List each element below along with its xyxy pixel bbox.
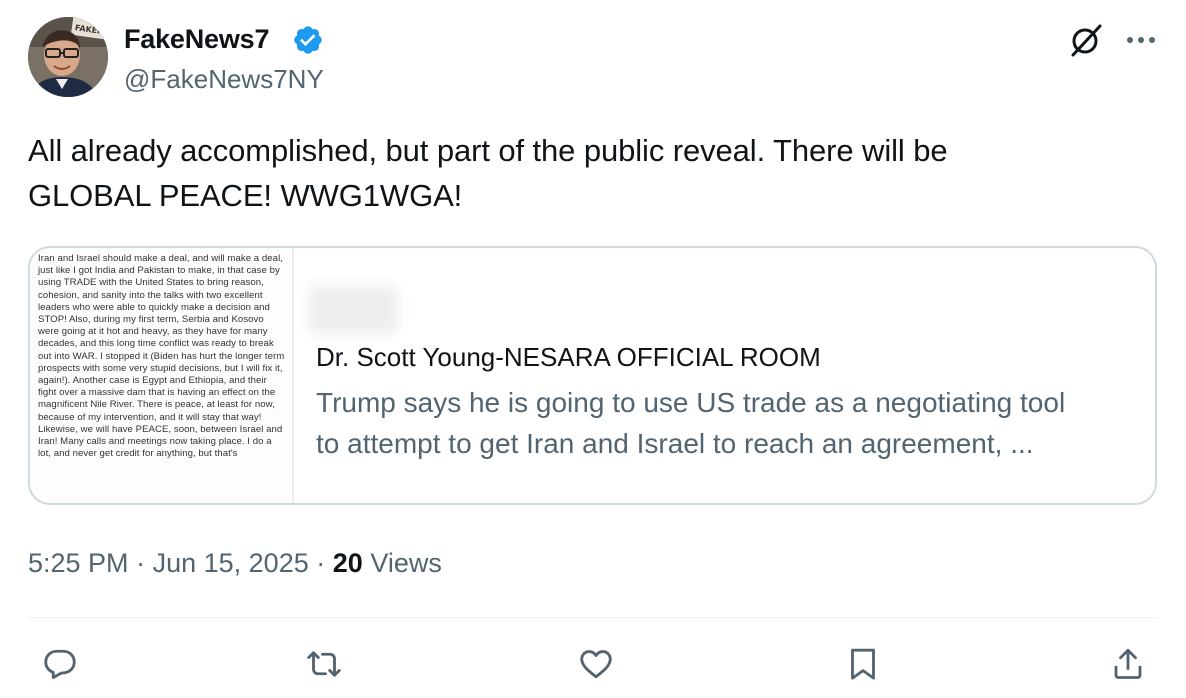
tweet-text-line: All already accomplished, but part of th… (28, 133, 948, 168)
avatar-photo: FAKENE (28, 17, 108, 97)
views-label: Views (370, 548, 442, 578)
meta-separator: · (316, 548, 326, 578)
tweet-meta: 5:25 PM · Jun 15, 2025 · 20 Views (28, 545, 442, 581)
tweet-text: All already accomplished, but part of th… (28, 128, 1168, 218)
avatar[interactable]: FAKENE (28, 17, 108, 97)
share-icon[interactable] (1110, 646, 1146, 682)
card-thumbnail-image: Iran and Israel should make a deal, and … (30, 248, 294, 503)
blurred-avatar-area (308, 286, 398, 334)
grok-icon[interactable] (1068, 22, 1104, 58)
card-description-line: to attempt to get Iran and Israel to rea… (316, 428, 1034, 459)
card-title: Dr. Scott Young-NESARA OFFICIAL ROOM (316, 342, 821, 372)
card-description: Trump says he is going to use US trade a… (316, 382, 1146, 464)
display-name[interactable]: FakeNews7 (124, 22, 269, 56)
card-thumbnail-text: Iran and Israel should make a deal, and … (38, 253, 285, 460)
card-description-line: Trump says he is going to use US trade a… (316, 387, 1066, 418)
verified-badge-icon (292, 24, 324, 56)
link-preview-card[interactable]: Iran and Israel should make a deal, and … (28, 246, 1157, 505)
tweet-date[interactable]: Jun 15, 2025 (153, 548, 309, 578)
divider (28, 617, 1159, 618)
tweet-time[interactable]: 5:25 PM (28, 548, 129, 578)
retweet-icon[interactable] (306, 646, 342, 682)
reply-icon[interactable] (42, 646, 78, 682)
meta-separator: · (136, 548, 146, 578)
tweet-text-line: GLOBAL PEACE! WWG1WGA! (28, 178, 463, 213)
bookmark-icon[interactable] (845, 646, 881, 682)
views-count: 20 (332, 548, 363, 578)
more-options-icon[interactable] (1122, 22, 1160, 58)
handle[interactable]: @FakeNews7NY (124, 62, 324, 96)
like-icon[interactable] (578, 646, 614, 682)
